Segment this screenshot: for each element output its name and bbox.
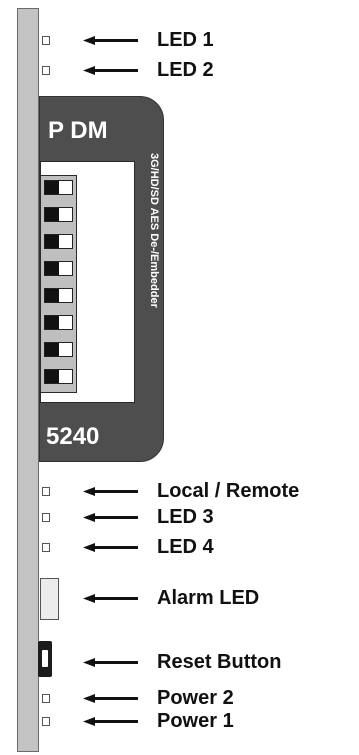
led-3-indicator <box>42 513 50 522</box>
arrow-left-icon <box>83 694 138 703</box>
arrow-left-icon <box>83 487 138 496</box>
dip-knob-icon <box>45 370 59 383</box>
led-4-indicator <box>42 543 50 552</box>
reset-button[interactable] <box>38 641 52 677</box>
label-alarm-led: Alarm LED <box>157 587 260 609</box>
dip-knob-icon <box>45 316 59 329</box>
label-led-3: LED 3 <box>157 506 214 528</box>
dip-switch-8[interactable] <box>44 369 73 384</box>
dip-knob-icon <box>45 181 59 194</box>
dip-knob-icon <box>45 262 59 275</box>
alarm-led <box>40 578 59 620</box>
dip-switch-bank <box>40 175 77 393</box>
dip-switch-2[interactable] <box>44 207 73 222</box>
local-remote-indicator <box>42 487 50 496</box>
label-local-remote: Local / Remote <box>157 480 300 502</box>
arrow-left-icon <box>83 36 138 45</box>
label-led-1: LED 1 <box>157 29 214 51</box>
module-description: 3G/HD/SD AES De-/Embedder <box>148 153 160 308</box>
dip-knob-icon <box>45 343 59 356</box>
label-led-4: LED 4 <box>157 536 214 558</box>
module-number: 5240 <box>46 423 100 450</box>
led-1-indicator <box>42 36 50 45</box>
arrow-left-icon <box>83 513 138 522</box>
dip-switch-1[interactable] <box>44 180 73 195</box>
power-1-indicator <box>42 717 50 726</box>
arrow-left-icon <box>83 658 138 667</box>
dip-knob-icon <box>45 289 59 302</box>
front-panel-rail <box>17 8 39 752</box>
dip-switch-6[interactable] <box>44 315 73 330</box>
dip-switch-5[interactable] <box>44 288 73 303</box>
label-reset-button: Reset Button <box>157 651 282 673</box>
dip-knob-icon <box>45 208 59 221</box>
dip-switch-4[interactable] <box>44 261 73 276</box>
arrow-left-icon <box>83 543 138 552</box>
label-power-1: Power 1 <box>157 710 234 732</box>
dip-switch-7[interactable] <box>44 342 73 357</box>
power-2-indicator <box>42 694 50 703</box>
arrow-left-icon <box>83 66 138 75</box>
label-led-2: LED 2 <box>157 59 214 81</box>
led-2-indicator <box>42 66 50 75</box>
arrow-left-icon <box>83 717 138 726</box>
arrow-left-icon <box>83 594 138 603</box>
dip-knob-icon <box>45 235 59 248</box>
label-power-2: Power 2 <box>157 687 234 709</box>
dip-switch-3[interactable] <box>44 234 73 249</box>
module-brand: P DM <box>48 117 108 144</box>
